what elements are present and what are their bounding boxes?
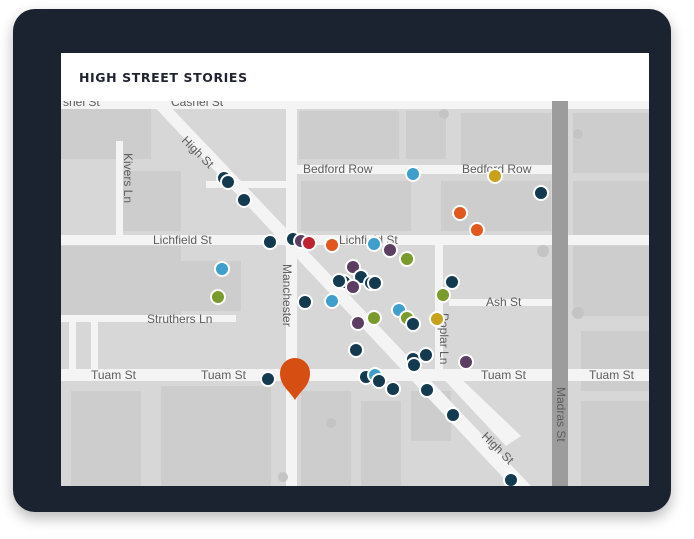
- map-view[interactable]: snel St Casnel St High St Kivers Ln Bedf…: [61, 101, 649, 486]
- story-marker[interactable]: [444, 274, 460, 290]
- story-marker[interactable]: [366, 310, 382, 326]
- street-label-tuam-3: Tuam St: [481, 368, 527, 382]
- street-label-bedford-left: Bedford Row: [303, 162, 373, 176]
- story-marker[interactable]: [405, 316, 421, 332]
- story-marker[interactable]: [435, 287, 451, 303]
- app-title: HIGH STREET STORIES: [79, 70, 248, 85]
- poi-icon: [537, 245, 549, 257]
- story-marker[interactable]: [487, 168, 503, 184]
- story-marker[interactable]: [367, 275, 383, 291]
- story-marker[interactable]: [382, 242, 398, 258]
- story-marker[interactable]: [262, 234, 278, 250]
- street-label-casnel-left: snel St: [63, 101, 100, 109]
- story-marker[interactable]: [331, 273, 347, 289]
- story-marker[interactable]: [324, 237, 340, 253]
- story-marker[interactable]: [210, 289, 226, 305]
- story-marker[interactable]: [469, 222, 485, 238]
- story-marker[interactable]: [214, 261, 230, 277]
- story-marker[interactable]: [385, 381, 401, 397]
- app-header: HIGH STREET STORIES: [61, 53, 649, 101]
- story-marker[interactable]: [220, 174, 236, 190]
- street-label-ash: Ash St: [486, 295, 522, 309]
- story-marker[interactable]: [297, 294, 313, 310]
- street-label-madras: Madras St: [554, 387, 568, 442]
- street-label-kivers: Kivers Ln: [121, 153, 135, 203]
- story-marker[interactable]: [348, 342, 364, 358]
- story-marker[interactable]: [503, 472, 519, 486]
- story-marker[interactable]: [406, 357, 422, 373]
- story-marker[interactable]: [419, 382, 435, 398]
- street-label-casnel: Casnel St: [171, 101, 224, 109]
- story-marker[interactable]: [301, 235, 317, 251]
- story-marker[interactable]: [429, 311, 445, 327]
- story-marker[interactable]: [399, 251, 415, 267]
- street-label-tuam-1: Tuam St: [91, 368, 137, 382]
- story-marker[interactable]: [533, 185, 549, 201]
- poi-icon: [278, 472, 288, 482]
- story-marker[interactable]: [458, 354, 474, 370]
- poi-icon: [326, 418, 336, 428]
- app-screen: HIGH STREET STORIES snel St Casnel St Hi…: [61, 53, 649, 486]
- story-marker[interactable]: [345, 279, 361, 295]
- fork-icon: [572, 307, 584, 319]
- street-label-tuam-2: Tuam St: [201, 368, 247, 382]
- story-marker[interactable]: [350, 315, 366, 331]
- poi-icon: [439, 109, 449, 119]
- story-marker[interactable]: [236, 192, 252, 208]
- story-marker[interactable]: [366, 236, 382, 252]
- story-marker[interactable]: [405, 166, 421, 182]
- street-label-manchester: Manchester: [280, 264, 294, 327]
- story-marker[interactable]: [324, 293, 340, 309]
- poi-icon: [573, 129, 583, 139]
- device-frame: HIGH STREET STORIES snel St Casnel St Hi…: [13, 9, 671, 512]
- story-marker[interactable]: [445, 407, 461, 423]
- story-marker[interactable]: [260, 371, 276, 387]
- street-label-lichfield-left: Lichfield St: [153, 233, 212, 247]
- story-marker[interactable]: [452, 205, 468, 221]
- story-marker[interactable]: [418, 347, 434, 363]
- street-label-struthers: Struthers Ln: [147, 312, 212, 326]
- street-label-tuam-4: Tuam St: [589, 368, 635, 382]
- story-marker[interactable]: [371, 373, 387, 389]
